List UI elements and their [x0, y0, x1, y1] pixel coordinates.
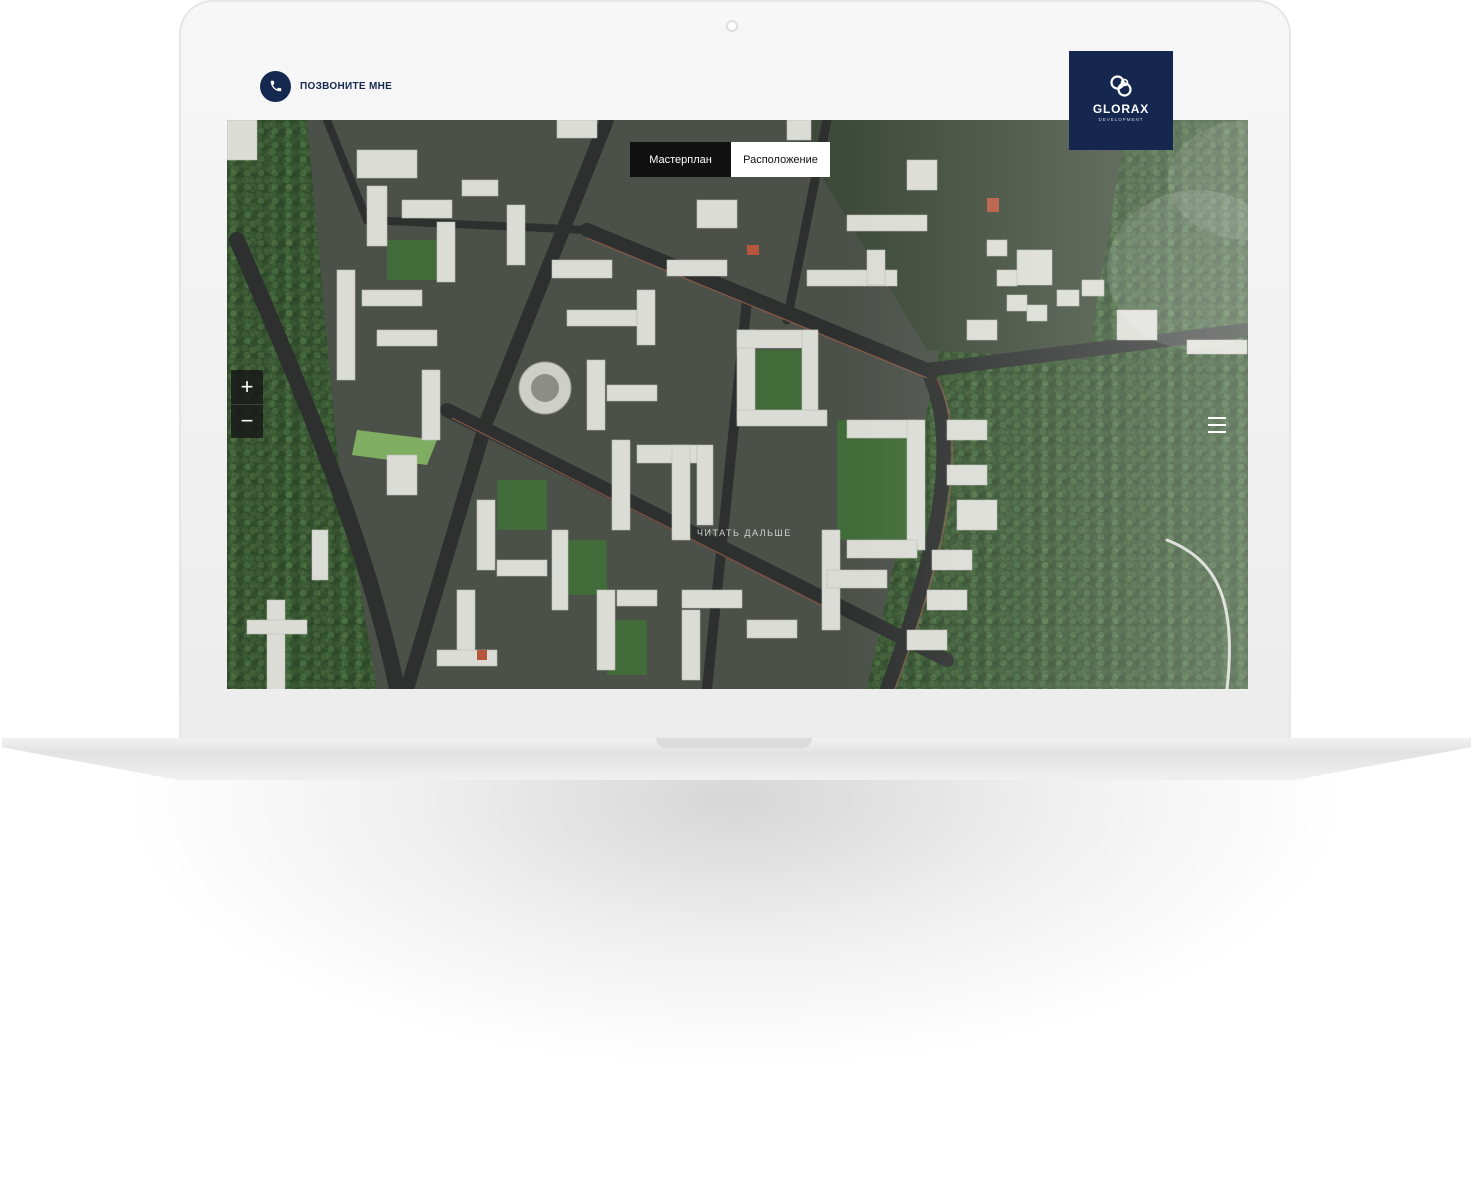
stage: ПОЗВОНИТЕ МНЕ GLORAX DEVELOPMENT Мастерп…: [0, 0, 1473, 1177]
camera: [726, 20, 738, 32]
laptop-shadow: [120, 770, 1350, 1070]
read-more-link[interactable]: ЧИТАТЬ ДАЛЬШЕ: [697, 528, 792, 538]
menu-line: [1208, 417, 1226, 419]
logo-mark-icon: [1110, 75, 1132, 97]
hamburger-menu-icon[interactable]: [1208, 417, 1226, 433]
logo-name: GLORAX: [1092, 102, 1150, 116]
screen: ПОЗВОНИТЕ МНЕ GLORAX DEVELOPMENT Мастерп…: [227, 51, 1248, 689]
tab-masterplan[interactable]: Мастерплан: [630, 142, 731, 177]
zoom-in-button[interactable]: +: [231, 370, 263, 404]
zoom-control: + −: [231, 370, 263, 438]
masterplan-map[interactable]: [227, 120, 1248, 689]
zoom-out-button[interactable]: −: [231, 403, 263, 439]
logo-subtitle: DEVELOPMENT: [1098, 117, 1144, 122]
menu-line: [1208, 424, 1226, 426]
laptop-notch: [656, 738, 812, 748]
glorax-logo[interactable]: GLORAX DEVELOPMENT: [1069, 51, 1173, 150]
tab-location[interactable]: Расположение: [731, 142, 830, 177]
menu-line: [1208, 431, 1226, 433]
phone-icon: [260, 70, 291, 102]
call-me-button[interactable]: ПОЗВОНИТЕ МНЕ: [260, 70, 392, 102]
call-me-label: ПОЗВОНИТЕ МНЕ: [300, 80, 393, 92]
aerial-map-image: [227, 120, 1248, 689]
view-tabs: Мастерплан Расположение: [630, 142, 830, 177]
